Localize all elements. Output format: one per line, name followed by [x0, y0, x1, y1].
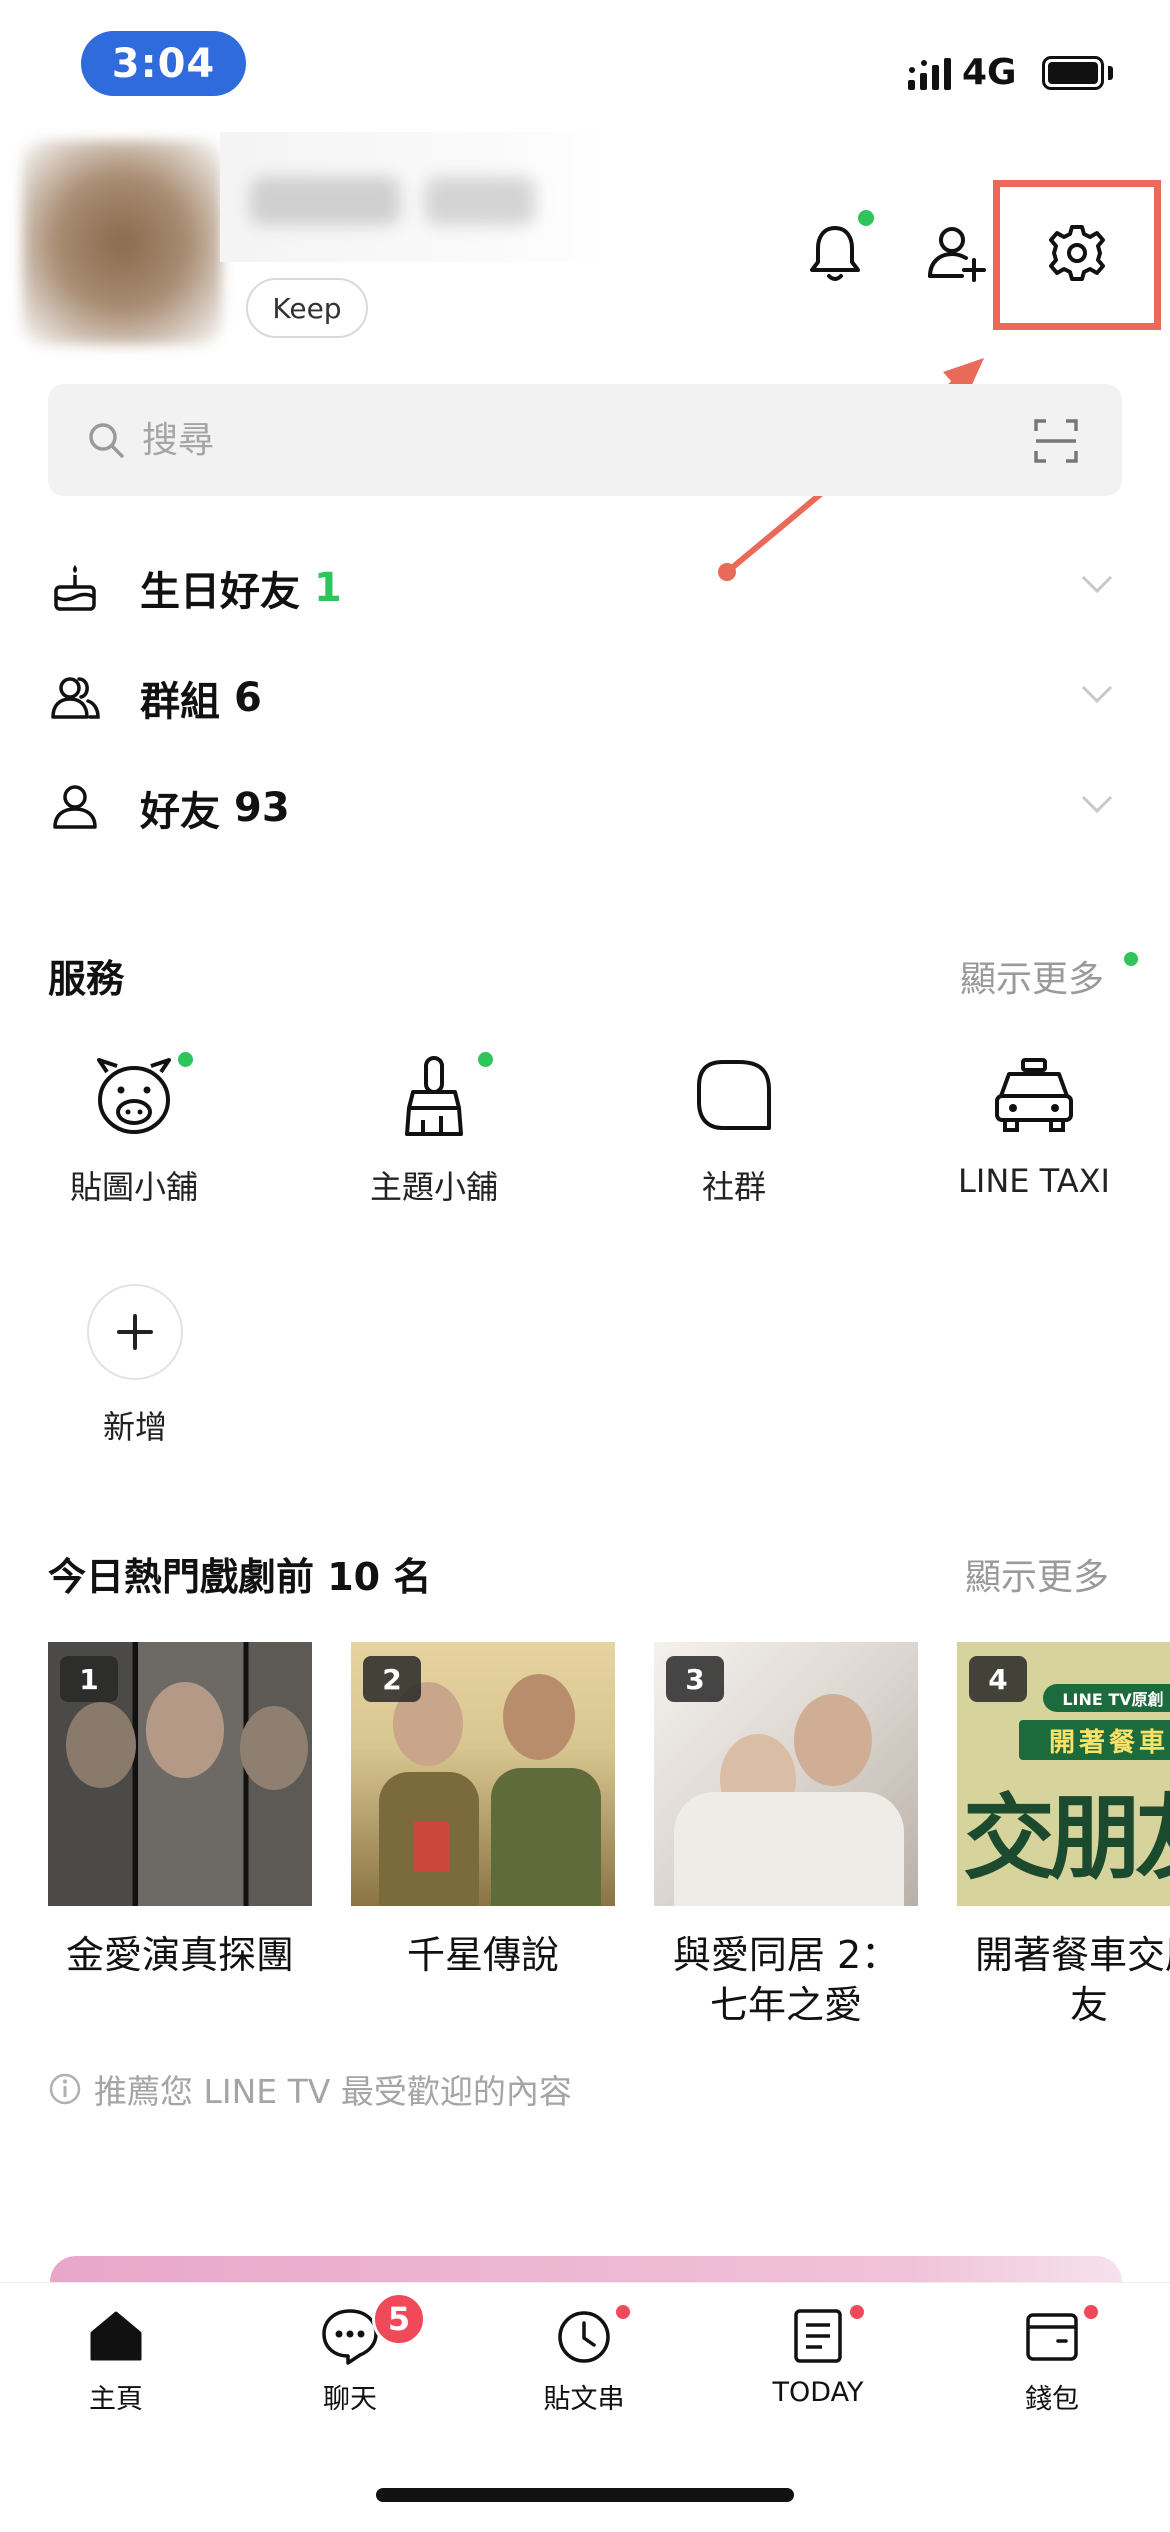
tab-label: TODAY — [772, 2377, 864, 2408]
drama-poster: 1 — [48, 1642, 312, 1906]
poster-brand: LINE TV原創 — [1043, 1684, 1170, 1712]
search-input[interactable] — [142, 406, 942, 474]
recommend-note: 推薦您 LINE TV 最受歡迎的內容 — [48, 2065, 572, 2113]
service-openchat[interactable]: 社群 — [604, 1050, 864, 1230]
openchat-icon — [697, 1060, 771, 1130]
section-count: 6 — [234, 675, 262, 721]
birthday-cake-icon — [54, 565, 96, 611]
rank-badge: 2 — [363, 1656, 421, 1702]
tab-wallet[interactable]: 錢包 — [962, 2305, 1142, 2425]
section-label: 好友 — [140, 789, 220, 835]
dramas-title: 今日熱門戲劇前 10 名 — [48, 1555, 432, 1599]
home-icon — [90, 2311, 142, 2361]
tab-label: 貼文串 — [543, 2384, 625, 2415]
add-service-label: 新增 — [102, 1408, 167, 1446]
friend-icon — [53, 785, 97, 829]
service-theme-shop[interactable]: 主題小舖 — [304, 1050, 564, 1230]
drama-title: 金愛演真探團 — [65, 1933, 294, 1977]
section-count: 93 — [234, 785, 290, 831]
group-icon — [51, 677, 100, 719]
rank-badge: 1 — [60, 1656, 118, 1702]
drama-poster: 3 — [654, 1642, 918, 1906]
bell-icon[interactable] — [800, 218, 870, 288]
dramas-more-link[interactable]: 顯示更多 — [965, 1548, 1109, 1600]
section-count: 1 — [314, 565, 342, 611]
tab-label: 聊天 — [323, 2384, 377, 2415]
qr-scan-icon[interactable] — [1033, 418, 1079, 464]
drama-card[interactable]: 3 與愛同居 2：七年之愛 — [654, 1642, 918, 2030]
poster-banner: 開著餐車 — [1019, 1720, 1170, 1760]
plus-icon — [117, 1314, 153, 1350]
section-birthday-friends[interactable]: 生日好友 1 — [48, 542, 1122, 634]
add-service-button[interactable] — [87, 1284, 183, 1380]
section-label: 生日好友 — [140, 569, 300, 615]
tab-label: 主頁 — [89, 2384, 143, 2415]
tab-today[interactable]: TODAY — [728, 2305, 908, 2425]
drama-title: 開著餐車交朋友 — [974, 1933, 1170, 2027]
today-news-icon — [794, 2309, 842, 2363]
annotation-highlight-box — [993, 180, 1161, 330]
home-indicator — [376, 2488, 794, 2502]
tab-label: 錢包 — [1025, 2384, 1079, 2415]
chat-unread-badge: 5 — [372, 2292, 426, 2346]
sticker-shop-icon — [97, 1058, 171, 1134]
drama-card[interactable]: LINE TV原創 開著餐車 交朋友 4 開著餐車交朋友 — [957, 1642, 1170, 2030]
battery-icon — [1042, 56, 1104, 90]
add-friend-icon[interactable] — [922, 218, 992, 288]
status-time: 3:04 — [81, 31, 246, 96]
service-label: LINE TAXI — [958, 1162, 1110, 1200]
wallet-icon — [1026, 2313, 1078, 2361]
keep-button[interactable]: Keep — [246, 278, 368, 338]
drama-poster: LINE TV原創 開著餐車 交朋友 4 — [957, 1642, 1170, 1906]
profile-name-blurred[interactable] — [220, 132, 610, 262]
theme-shop-icon — [405, 1056, 463, 1136]
service-line-taxi[interactable]: LINE TAXI — [904, 1050, 1164, 1230]
chevron-down-icon — [1081, 795, 1113, 814]
chat-icon — [322, 2309, 378, 2365]
search-bar[interactable] — [48, 384, 1122, 496]
drama-card[interactable]: 1 金愛演真探團 — [48, 1642, 312, 1980]
cell-signal-icon — [908, 58, 951, 90]
service-label: 社群 — [701, 1168, 766, 1206]
poster-big-text: 交朋友 — [963, 1785, 1170, 1892]
service-label: 主題小舖 — [369, 1168, 498, 1206]
drama-poster: 2 — [351, 1642, 615, 1906]
service-label: 貼圖小舖 — [69, 1168, 198, 1206]
section-groups[interactable]: 群組 6 — [48, 652, 1122, 744]
section-label: 群組 — [140, 679, 220, 725]
profile-avatar[interactable] — [22, 140, 222, 345]
tab-timeline[interactable]: 貼文串 — [494, 2305, 674, 2425]
rank-badge: 4 — [969, 1656, 1027, 1702]
rank-badge: 3 — [666, 1656, 724, 1702]
section-friends[interactable]: 好友 93 — [48, 762, 1122, 854]
status-bar: 3:04 4G — [0, 0, 1170, 130]
chevron-down-icon — [1081, 685, 1113, 704]
service-sticker-shop[interactable]: 貼圖小舖 — [4, 1050, 264, 1230]
taxi-icon — [995, 1058, 1073, 1132]
services-more-dot — [1124, 952, 1138, 966]
drama-title: 與愛同居 2：七年之愛 — [672, 1933, 900, 2027]
info-icon — [49, 2073, 81, 2105]
chevron-down-icon — [1081, 575, 1113, 594]
services-more-link[interactable]: 顯示更多 — [960, 950, 1104, 1002]
notification-dot — [858, 210, 874, 226]
drama-card[interactable]: 2 千星傳說 — [351, 1642, 615, 1980]
services-title: 服務 — [48, 957, 125, 1001]
tab-home[interactable]: 主頁 — [26, 2305, 206, 2425]
search-icon — [89, 423, 124, 458]
recommend-note-text: 推薦您 LINE TV 最受歡迎的內容 — [94, 2072, 572, 2111]
drama-title: 千星傳說 — [406, 1933, 559, 1977]
network-label: 4G — [962, 52, 1017, 93]
timeline-clock-icon — [558, 2311, 610, 2363]
